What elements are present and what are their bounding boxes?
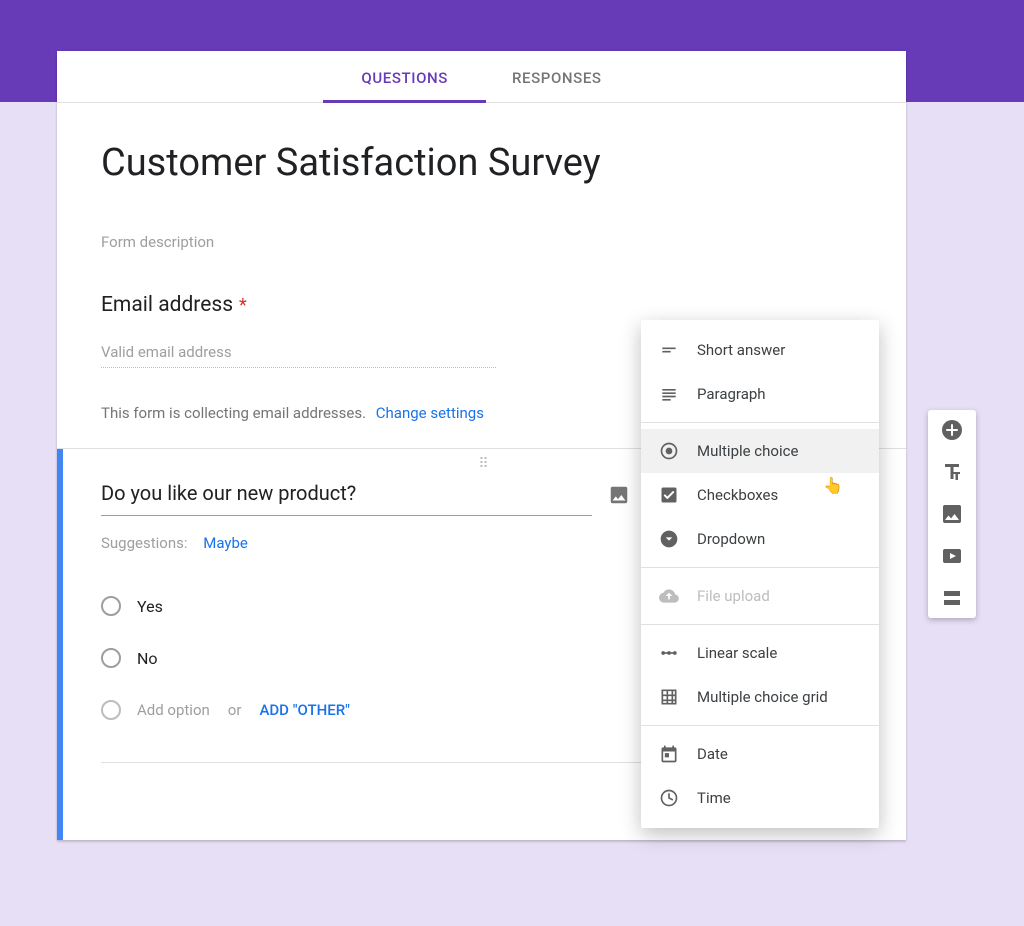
menu-item-label: Linear scale [697,644,777,662]
menu-item-file-upload: File upload [641,574,879,618]
tabs-bar: QUESTIONS RESPONSES [57,51,906,103]
menu-item-time[interactable]: Time [641,776,879,820]
file-upload-icon [659,586,679,606]
change-settings-link[interactable]: Change settings [376,404,484,422]
menu-item-date[interactable]: Date [641,732,879,776]
question-title-input[interactable]: Do you like our new product? [101,473,592,516]
radio-icon [101,700,121,720]
add-video-icon[interactable] [940,544,964,568]
linear-scale-icon [659,643,679,663]
suggestion-chip-maybe[interactable]: Maybe [203,534,248,552]
menu-item-checkboxes[interactable]: Checkboxes [641,473,879,517]
add-image-icon[interactable] [940,502,964,526]
add-option-label[interactable]: Add option [137,701,210,719]
menu-item-multiple-choice[interactable]: Multiple choice [641,429,879,473]
email-question-text: Email address [101,293,233,317]
add-question-icon[interactable] [940,418,964,442]
menu-item-dropdown[interactable]: Dropdown [641,517,879,561]
add-section-icon[interactable] [940,586,964,610]
add-title-icon[interactable] [940,460,964,484]
form-title[interactable]: Customer Satisfaction Survey [101,141,862,185]
email-input[interactable]: Valid email address [101,343,496,368]
tab-questions[interactable]: QUESTIONS [359,53,450,101]
radio-icon [101,648,121,668]
menu-item-paragraph[interactable]: Paragraph [641,372,879,416]
menu-item-multiple-choice-grid[interactable]: Multiple choice grid [641,675,879,719]
radio-icon [101,596,121,616]
email-note-text: This form is collecting email addresses. [101,404,366,422]
add-image-to-question-icon[interactable] [608,484,630,506]
email-question-label: Email address * [101,293,862,317]
option-text[interactable]: No [137,649,158,668]
time-icon [659,788,679,808]
menu-separator [641,624,879,625]
menu-item-label: Dropdown [697,530,765,548]
menu-item-label: Paragraph [697,385,766,403]
radio-icon [659,441,679,461]
drag-handle-icon[interactable]: ⠿ [478,456,490,472]
menu-item-label: Time [697,789,731,807]
menu-separator [641,567,879,568]
menu-separator [641,422,879,423]
add-other-button[interactable]: ADD "OTHER" [259,701,350,719]
menu-item-label: Date [697,745,728,763]
checkbox-icon [659,485,679,505]
menu-item-label: File upload [697,587,770,605]
or-label: or [228,701,242,719]
grid-icon [659,687,679,707]
menu-item-label: Multiple choice [697,442,798,460]
menu-item-linear-scale[interactable]: Linear scale [641,631,879,675]
menu-item-short-answer[interactable]: Short answer [641,328,879,372]
menu-separator [641,725,879,726]
side-toolbar [928,410,976,618]
short-answer-icon [659,340,679,360]
paragraph-icon [659,384,679,404]
menu-item-label: Checkboxes [697,486,778,504]
question-type-menu: Short answer Paragraph Multiple choice C… [641,320,879,828]
menu-item-label: Multiple choice grid [697,688,828,706]
dropdown-icon [659,529,679,549]
date-icon [659,744,679,764]
required-asterisk: * [239,295,247,316]
menu-item-label: Short answer [697,341,785,359]
option-text[interactable]: Yes [137,597,163,616]
suggestions-label: Suggestions: [101,534,187,552]
tab-responses[interactable]: RESPONSES [510,53,604,101]
form-description-placeholder[interactable]: Form description [101,233,862,251]
